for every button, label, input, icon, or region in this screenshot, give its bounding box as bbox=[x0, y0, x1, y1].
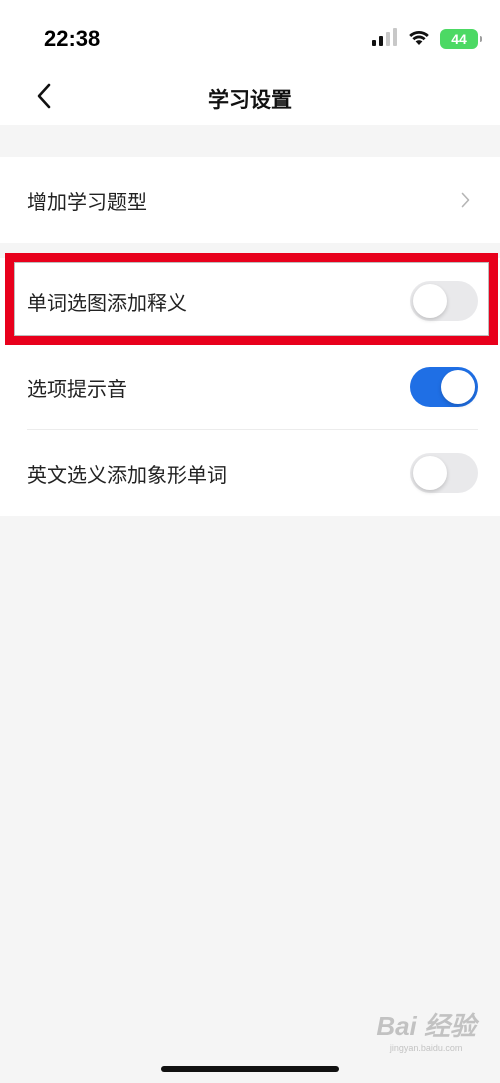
chevron-right-icon bbox=[458, 190, 472, 210]
option-sound-toggle[interactable] bbox=[410, 367, 478, 407]
watermark-main: Bai 经验 bbox=[376, 1011, 476, 1041]
settings-group-types: 增加学习题型 bbox=[0, 157, 500, 243]
option-sound-row: 选项提示音 bbox=[0, 344, 500, 430]
toggle-knob bbox=[413, 284, 447, 318]
add-question-types-label: 增加学习题型 bbox=[27, 189, 147, 214]
status-bar: 22:38 44 bbox=[0, 0, 500, 80]
word-pic-definition-label: 单词选图添加释义 bbox=[27, 290, 187, 315]
status-icons: 44 bbox=[372, 28, 482, 50]
nav-bar: 学习设置 bbox=[0, 80, 500, 125]
cellular-signal-icon bbox=[372, 28, 398, 50]
pictographic-word-toggle[interactable] bbox=[410, 453, 478, 493]
word-pic-definition-toggle[interactable] bbox=[410, 281, 478, 321]
watermark-sub: jingyan.baidu.com bbox=[389, 1043, 463, 1053]
watermark: Bai 经验 jingyan.baidu.com bbox=[376, 1006, 476, 1053]
toggle-knob bbox=[441, 370, 475, 404]
home-indicator[interactable] bbox=[161, 1066, 339, 1072]
pictographic-word-label: 英文选义添加象形单词 bbox=[27, 462, 227, 487]
pictographic-word-row: 英文选义添加象形单词 bbox=[0, 430, 500, 516]
option-sound-label: 选项提示音 bbox=[27, 376, 127, 401]
battery-level: 44 bbox=[451, 31, 467, 47]
status-time: 22:38 bbox=[44, 26, 101, 51]
wifi-icon bbox=[407, 28, 431, 50]
toggle-knob bbox=[413, 456, 447, 490]
settings-group-toggles: 单词选图添加释义 选项提示音 英文选义添加象形单词 bbox=[0, 258, 500, 516]
battery-icon: 44 bbox=[440, 29, 482, 49]
page-title: 学习设置 bbox=[208, 88, 292, 112]
add-question-types-row[interactable]: 增加学习题型 bbox=[0, 157, 500, 243]
word-pic-definition-row: 单词选图添加释义 bbox=[0, 258, 500, 344]
